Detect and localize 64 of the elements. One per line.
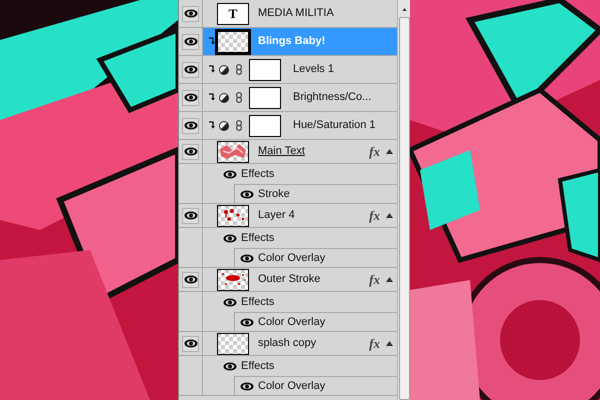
fx-icon[interactable]: fx [369,142,380,162]
layer-thumbnail [217,30,249,52]
layer-name: Main Text [258,144,305,160]
eye-icon[interactable] [240,382,254,390]
effects-label: Effects [241,294,274,310]
adjustment-icon [219,92,229,102]
layer-mask-thumbnail [249,86,281,108]
layer-thumbnail [217,140,249,162]
effect-name: Color Overlay [258,250,326,266]
effect-name: Color Overlay [258,314,326,330]
eye-icon[interactable] [184,37,198,46]
effect-name: Color Overlay [258,378,326,394]
layer-name: Blings Baby! [258,34,326,50]
fx-icon[interactable]: fx [369,270,380,290]
expand-triangle-icon[interactable] [386,341,393,346]
eye-icon[interactable] [184,275,198,284]
fx-icon[interactable]: fx [369,334,380,354]
layer-name: Outer Stroke [258,272,320,288]
clipping-arrow-icon [208,92,214,100]
eye-icon[interactable] [184,93,198,102]
layer-name: splash copy [258,336,316,352]
fx-icon[interactable]: fx [369,206,380,226]
layer-thumbnail [217,204,249,226]
layer-name: Hue/Saturation 1 [293,118,376,134]
scrollbar[interactable] [397,0,410,400]
eye-icon[interactable] [184,9,198,18]
layer-name: Levels 1 [293,62,334,78]
eye-icon[interactable] [240,190,254,198]
clipping-arrow-icon [208,36,214,44]
chain-icon [236,92,242,103]
layer-mask-thumbnail [249,58,281,80]
eye-icon[interactable] [184,121,198,130]
clipping-arrow-icon [208,64,214,72]
eye-icon[interactable] [223,170,237,178]
layer-name: MEDIA MILITIA [258,6,334,22]
eye-icon[interactable] [223,234,237,242]
effects-label: Effects [241,358,274,374]
adjustment-icon [219,64,229,74]
chain-icon [236,64,242,75]
eye-icon[interactable] [184,147,198,156]
eye-icon[interactable] [240,318,254,326]
layer-name: Brightness/Co... [293,90,372,106]
effect-name: Stroke [258,186,290,202]
eye-icon[interactable] [223,362,237,370]
layer-thumbnail [217,332,249,354]
expand-triangle-icon[interactable] [386,277,393,282]
eye-icon[interactable] [240,254,254,262]
scroll-up-arrow-icon[interactable] [400,8,408,12]
expand-triangle-icon[interactable] [386,213,393,218]
eye-icon[interactable] [184,211,198,220]
layer-name: Layer 4 [258,208,295,224]
layer-thumbnail [217,268,249,290]
adjustment-icon [219,120,229,130]
effects-label: Effects [241,230,274,246]
clipping-arrow-icon [208,120,214,128]
text-layer-thumbnail: T [217,2,249,24]
layer-mask-thumbnail [249,114,281,136]
expand-triangle-icon[interactable] [386,149,393,154]
eye-icon[interactable] [184,65,198,74]
eye-icon[interactable] [184,339,198,348]
effects-label: Effects [241,166,274,182]
scrollbar-thumb[interactable] [398,17,410,400]
eye-icon[interactable] [223,298,237,306]
chain-icon [236,120,242,131]
